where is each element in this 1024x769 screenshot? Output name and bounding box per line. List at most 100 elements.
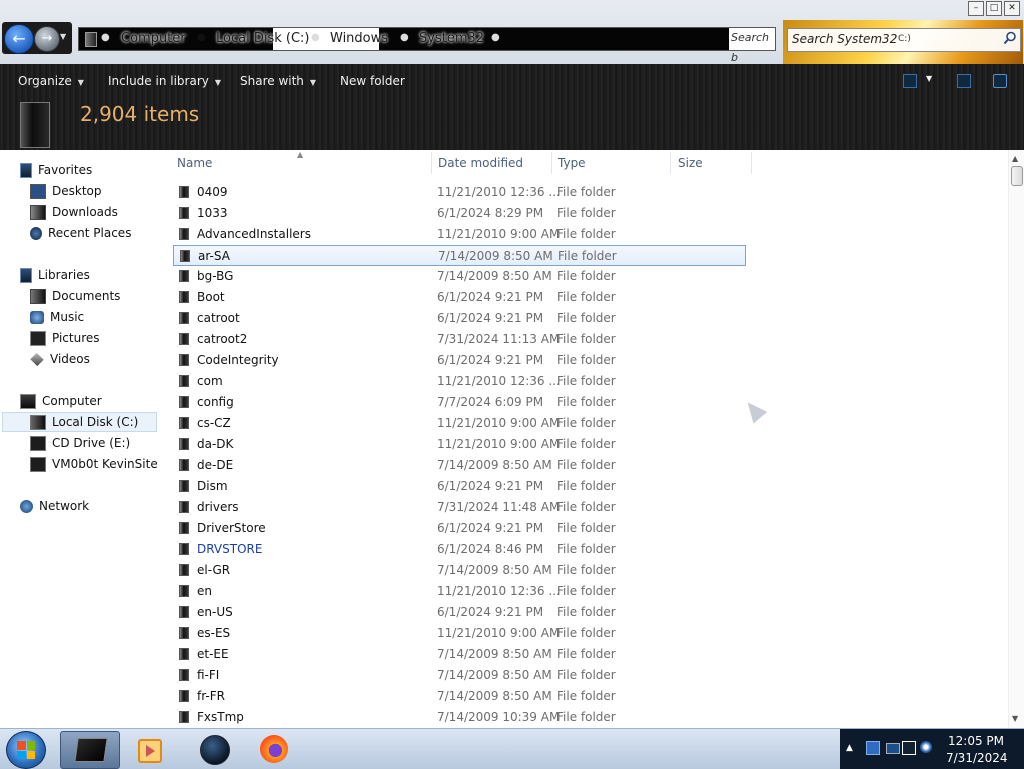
chevron-right-icon[interactable]: ● [197, 32, 206, 43]
file-row[interactable]: en 11/21/2010 12:36 ... File folder [173, 581, 746, 602]
breadcrumb-system32[interactable]: System32 [419, 31, 484, 46]
close-button[interactable]: ✕ [1004, 1, 1020, 16]
column-size[interactable]: Size [678, 156, 703, 170]
chevron-right-icon[interactable]: ● [311, 32, 320, 43]
taskbar-explorer-button[interactable] [60, 731, 120, 769]
clock-date[interactable]: 7/31/2024 [946, 751, 1008, 765]
globe-icon [200, 735, 230, 765]
nav-network-share[interactable]: VM0b0t KevinSite [30, 454, 158, 474]
nav-documents[interactable]: Documents [30, 286, 120, 306]
recent-pages-dropdown-icon[interactable]: ▼ [60, 32, 66, 41]
file-row[interactable]: bg-BG 7/14/2009 8:50 AM File folder [173, 266, 746, 287]
clock-time[interactable]: 12:05 PM [948, 734, 1004, 748]
maximize-button[interactable]: □ [986, 1, 1002, 16]
file-row[interactable]: com 11/21/2010 12:36 ... File folder [173, 371, 746, 392]
column-divider[interactable] [431, 152, 432, 174]
file-row[interactable]: catroot 6/1/2024 9:21 PM File folder [173, 308, 746, 329]
file-row[interactable]: Boot 6/1/2024 9:21 PM File folder [173, 287, 746, 308]
file-row[interactable]: CodeIntegrity 6/1/2024 9:21 PM File folder [173, 350, 746, 371]
nav-pictures-label: Pictures [52, 331, 100, 345]
column-date-modified[interactable]: Date modified [438, 156, 523, 170]
file-row[interactable]: ar-SA 7/14/2009 8:50 AM File folder [173, 245, 746, 266]
nav-favorites[interactable]: Favorites [20, 160, 92, 180]
file-name: config [197, 395, 234, 409]
nav-music[interactable]: Music [30, 307, 84, 327]
nav-pictures[interactable]: Pictures [30, 328, 100, 348]
column-divider[interactable] [751, 152, 752, 174]
file-row[interactable]: config 7/7/2024 6:09 PM File folder [173, 392, 746, 413]
network-status-icon[interactable] [902, 741, 916, 755]
nav-recent-places[interactable]: Recent Places [30, 223, 131, 243]
file-row[interactable]: en-US 6/1/2024 9:21 PM File folder [173, 602, 746, 623]
include-in-library-button[interactable]: Include in library ▼ [108, 74, 221, 88]
recent-places-icon [30, 226, 42, 240]
file-row[interactable]: DRVSTORE 6/1/2024 8:46 PM File folder [173, 539, 746, 560]
chevron-right-icon[interactable]: ● [491, 32, 500, 43]
organize-button[interactable]: Organize ▼ [18, 74, 84, 88]
vertical-scrollbar[interactable]: ▲ ▼ [1008, 150, 1024, 728]
file-row[interactable]: cs-CZ 11/21/2010 9:00 AM File folder [173, 413, 746, 434]
address-bar[interactable]: ● Computer ● Local Disk (C:) ● Windows ●… [78, 27, 776, 64]
file-row[interactable]: de-DE 7/14/2009 8:50 AM File folder [173, 455, 746, 476]
chevron-right-icon[interactable]: ● [400, 32, 409, 43]
nav-network[interactable]: Network [20, 496, 89, 516]
show-hidden-icons-icon[interactable]: ▲ [846, 743, 853, 753]
nav-computer[interactable]: Computer [20, 391, 102, 411]
file-row[interactable]: 0409 11/21/2010 12:36 ... File folder [173, 182, 746, 203]
tray-app-icon[interactable] [866, 741, 880, 755]
nav-cd-drive[interactable]: CD Drive (E:) [30, 433, 130, 453]
explorer-icon [74, 738, 108, 762]
breadcrumb-windows[interactable]: Windows [330, 31, 388, 46]
nav-local-disk[interactable]: Local Disk (C:) [2, 412, 157, 432]
file-row[interactable]: es-ES 11/21/2010 9:00 AM File folder [173, 623, 746, 644]
file-row[interactable]: drivers 7/31/2024 11:48 AM File folder [173, 497, 746, 518]
file-row[interactable]: DriverStore 6/1/2024 9:21 PM File folder [173, 518, 746, 539]
breadcrumb-local-disk[interactable]: Local Disk (C:) [216, 31, 309, 46]
file-row[interactable]: catroot2 7/31/2024 11:13 AM File folder [173, 329, 746, 350]
nav-desktop[interactable]: Desktop [30, 181, 102, 201]
column-divider[interactable] [551, 152, 552, 174]
taskbar-media-player-button[interactable] [120, 731, 178, 767]
file-row[interactable]: Dism 6/1/2024 9:21 PM File folder [173, 476, 746, 497]
computer-icon [20, 393, 36, 409]
nav-downloads[interactable]: Downloads [30, 202, 118, 222]
file-row[interactable]: FxsTmp 7/14/2009 10:39 AM File folder [173, 707, 746, 728]
column-type[interactable]: Type [558, 156, 586, 170]
change-view-icon[interactable] [903, 74, 917, 88]
file-row[interactable]: 1033 6/1/2024 8:29 PM File folder [173, 203, 746, 224]
help-icon[interactable] [993, 74, 1007, 88]
file-type: File folder [557, 647, 616, 661]
minimize-button[interactable]: – [968, 1, 984, 16]
nav-libraries[interactable]: Libraries [20, 265, 90, 285]
nav-favorites-label: Favorites [38, 163, 93, 177]
taskbar-firefox-button[interactable] [244, 731, 302, 767]
file-row[interactable]: AdvancedInstallers 11/21/2010 9:00 AM File… [173, 224, 746, 245]
scroll-up-icon[interactable]: ▲ [1012, 154, 1018, 163]
column-name[interactable]: Name [177, 156, 212, 170]
file-name: FxsTmp [197, 710, 244, 724]
scrollbar-thumb[interactable] [1011, 166, 1023, 186]
file-row[interactable]: da-DK 11/21/2010 9:00 AM File folder [173, 434, 746, 455]
view-options-chevron-icon[interactable]: ▼ [926, 74, 932, 83]
search-input[interactable]: Search System32 C:) [787, 28, 1021, 52]
taskbar-app-button[interactable] [184, 731, 242, 767]
back-arrow-icon[interactable]: ← [4, 24, 34, 54]
volume-icon[interactable] [920, 741, 932, 753]
start-button[interactable] [6, 731, 46, 769]
breadcrumb-computer[interactable]: Computer [121, 31, 186, 46]
scroll-down-icon[interactable]: ▼ [1012, 714, 1018, 723]
file-row[interactable]: fr-FR 7/14/2009 8:50 AM File folder [173, 686, 746, 707]
action-center-icon[interactable] [886, 743, 900, 754]
nav-videos[interactable]: Videos [30, 349, 90, 369]
file-type: File folder [557, 500, 616, 514]
file-row[interactable]: fi-FI 7/14/2009 8:50 AM File folder [173, 665, 746, 686]
forward-arrow-icon[interactable]: → [34, 26, 60, 52]
file-row[interactable]: el-GR 7/14/2009 8:50 AM File folder [173, 560, 746, 581]
file-row[interactable]: et-EE 7/14/2009 8:50 AM File folder [173, 644, 746, 665]
preview-pane-icon[interactable] [957, 74, 971, 88]
chevron-right-icon[interactable]: ● [101, 32, 110, 43]
search-icon[interactable] [1003, 31, 1017, 45]
new-folder-button[interactable]: New folder [340, 74, 405, 88]
share-with-button[interactable]: Share with ▼ [240, 74, 316, 88]
column-divider[interactable] [670, 152, 671, 174]
